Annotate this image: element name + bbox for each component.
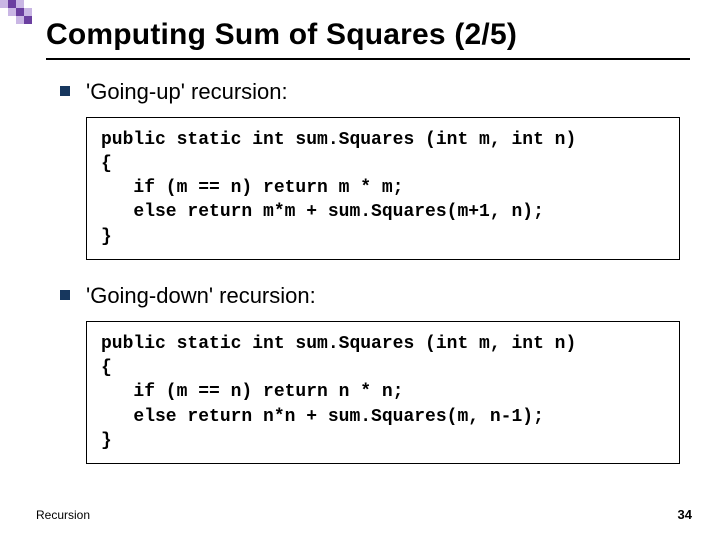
code-block: public static int sum.Squares (int m, in… [86,321,680,464]
bullet-label: 'Going-down' recursion: [86,282,316,311]
bullet-square-icon [60,290,70,300]
bullet-label: 'Going-up' recursion: [86,78,288,107]
slide-body: 'Going-up' recursion: public static int … [0,60,720,464]
footer-topic: Recursion [36,508,90,522]
corner-decoration [0,0,40,32]
bullet-item: 'Going-down' recursion: [60,282,680,311]
code-block: public static int sum.Squares (int m, in… [86,117,680,260]
slide-number: 34 [678,507,692,522]
bullet-item: 'Going-up' recursion: [60,78,680,107]
bullet-square-icon [60,86,70,96]
slide-title: Computing Sum of Squares (2/5) [46,18,690,60]
